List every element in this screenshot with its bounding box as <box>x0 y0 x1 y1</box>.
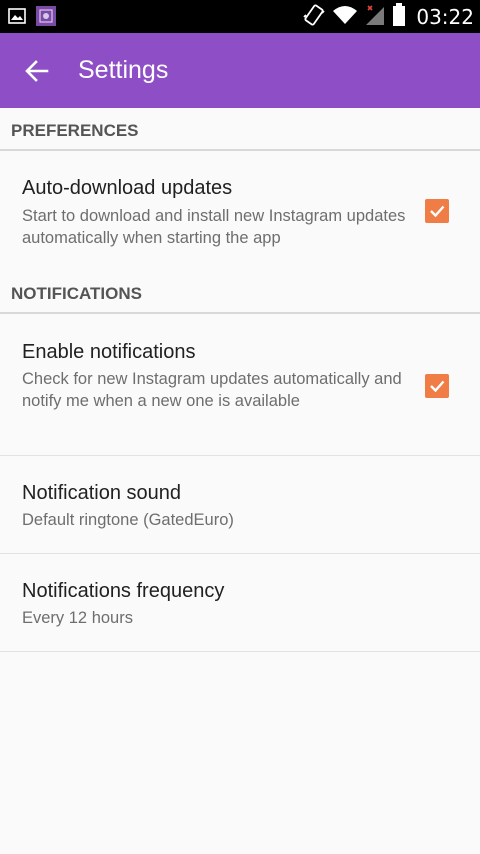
section-header-notifications: NOTIFICATIONS <box>0 275 480 314</box>
checkmark-icon <box>430 205 445 218</box>
pref-summary: Default ringtone (GatedEuro) <box>22 511 234 529</box>
wifi-icon <box>332 4 358 30</box>
app-notification-icon <box>36 6 56 30</box>
pref-title: Notification sound <box>22 482 181 504</box>
signal-icon <box>364 4 386 30</box>
clock: 03:22 <box>416 5 474 29</box>
section-header-label: NOTIFICATIONS <box>11 284 142 303</box>
arrow-left-icon <box>25 59 49 82</box>
back-button[interactable] <box>22 56 52 86</box>
pref-title: Notifications frequency <box>22 580 225 602</box>
battery-icon <box>392 3 406 31</box>
system-icons: 03:22 <box>302 2 474 32</box>
pref-title: Auto-download updates <box>22 177 233 199</box>
app-toolbar: Settings <box>0 33 480 108</box>
pref-summary: Every 12 hours <box>22 609 133 627</box>
pref-summary: Check for new Instagram updates automati… <box>22 370 402 410</box>
pref-summary: Start to download and install new Instag… <box>22 207 406 247</box>
pref-auto-download[interactable]: Auto-download updates Start to download … <box>0 151 480 275</box>
pref-notifications-frequency[interactable]: Notifications frequency Every 12 hours <box>0 554 480 652</box>
section-header-preferences: PREFERENCES <box>0 108 480 151</box>
pref-notification-sound[interactable]: Notification sound Default ringtone (Gat… <box>0 456 480 554</box>
pref-title: Enable notifications <box>22 341 196 363</box>
image-notification-icon <box>8 7 26 29</box>
notification-icons <box>8 6 56 30</box>
auto-download-checkbox[interactable] <box>425 199 449 223</box>
vibrate-icon <box>302 3 326 31</box>
status-bar: 03:22 <box>0 0 480 33</box>
enable-notifications-checkbox[interactable] <box>425 374 449 398</box>
row-divider <box>0 651 480 652</box>
page-title: Settings <box>78 56 169 84</box>
checkmark-icon <box>430 380 445 393</box>
section-header-label: PREFERENCES <box>11 121 139 140</box>
pref-enable-notifications[interactable]: Enable notifications Check for new Insta… <box>0 314 480 456</box>
